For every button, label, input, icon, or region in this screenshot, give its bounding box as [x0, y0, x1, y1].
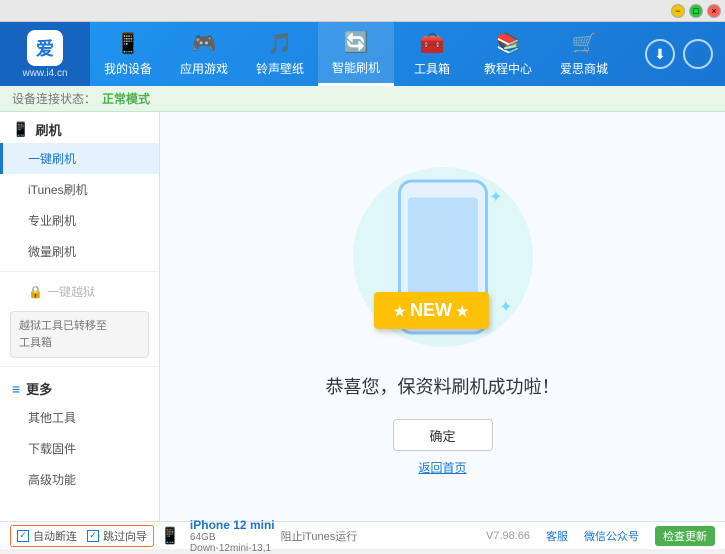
minimize-button[interactable]: − [671, 4, 685, 18]
nav-item-ringtones[interactable]: 🎵 铃声壁纸 [242, 22, 318, 86]
support-link[interactable]: 客服 [546, 528, 568, 544]
sparkle-icon-2: ✦ [489, 187, 502, 207]
logo-text: www.i4.cn [22, 68, 67, 79]
nav-item-tutorial[interactable]: 📚 教程中心 [470, 22, 546, 86]
status-bar: ✓ 自动断连 ✓ 跳过向导 📱 iPhone 12 mini 64GB Down… [0, 521, 725, 549]
sidebar-section-flash: 📱 刷机 [0, 112, 159, 143]
toolbox-icon: 🧰 [420, 31, 445, 56]
itunes-label: 阻止iTunes运行 [281, 528, 358, 544]
flash-section-label: 刷机 [35, 120, 61, 139]
tutorial-icon: 📚 [496, 31, 521, 56]
nav-item-my-device[interactable]: 📱 我的设备 [90, 22, 166, 86]
device-model: Down-12mini-13,1 [190, 543, 275, 554]
nav-item-apps-games[interactable]: 🎮 应用游戏 [166, 22, 242, 86]
pro-flash-label: 专业刷机 [28, 214, 76, 228]
success-text: 恭喜您，保资料刷机成功啦！ [326, 373, 560, 399]
device-storage: 64GB [190, 532, 275, 543]
one-click-flash-label: 一键刷机 [28, 152, 76, 166]
sidebar-item-download-fw[interactable]: 下载固件 [0, 433, 159, 464]
itunes-status: 阻止iTunes运行 [281, 528, 358, 544]
logo[interactable]: 爱 www.i4.cn [0, 22, 90, 86]
nav-item-smart-flash[interactable]: 🔄 智能刷机 [318, 22, 394, 86]
apps-games-icon: 🎮 [192, 31, 217, 56]
sidebar-item-other-tools[interactable]: 其他工具 [0, 402, 159, 433]
main-area: 📱 刷机 一键刷机 iTunes刷机 专业刷机 微量刷机 🔒 一键越狱 越狱工具… [0, 112, 725, 521]
status-right: V7.98.66 客服 微信公众号 检查更新 [486, 526, 715, 546]
nav-label-tutorial: 教程中心 [484, 60, 532, 77]
sidebar-item-jailbreak-disabled: 🔒 一键越狱 [0, 276, 159, 307]
sidebar-item-pro-flash[interactable]: 专业刷机 [0, 205, 159, 236]
phone-screen [408, 197, 478, 297]
new-badge: NEW [373, 292, 488, 329]
connection-bar: 设备连接状态： 正常模式 [0, 86, 725, 112]
update-button[interactable]: 检查更新 [655, 526, 715, 546]
nav-items: 📱 我的设备 🎮 应用游戏 🎵 铃声壁纸 🔄 智能刷机 🧰 工具箱 📚 教程中心… [90, 22, 645, 86]
ringtones-icon: 🎵 [268, 31, 293, 56]
smart-flash-icon: 🔄 [344, 30, 369, 55]
conn-label: 设备连接状态： [12, 90, 96, 107]
flash-section-icon: 📱 [12, 121, 29, 138]
more-section-label: 更多 [26, 379, 52, 398]
jailbreak-disabled-label: 一键越狱 [47, 283, 95, 300]
device-name: iPhone 12 mini [190, 518, 275, 532]
nav-actions: ⬇ 👤 [645, 39, 725, 69]
nav-label-smart-flash: 智能刷机 [332, 59, 380, 76]
sidebar-item-micro-flash[interactable]: 微量刷机 [0, 236, 159, 267]
sparkle-icon-3: ✦ [499, 297, 512, 317]
header: 爱 www.i4.cn 📱 我的设备 🎮 应用游戏 🎵 铃声壁纸 🔄 智能刷机 … [0, 22, 725, 86]
nav-label-toolbox: 工具箱 [414, 60, 450, 77]
nav-label-shop: 爱思商城 [560, 60, 608, 77]
close-button[interactable]: × [707, 4, 721, 18]
sidebar-section-more: ≡ 更多 [0, 371, 159, 402]
title-bar: − □ × [0, 0, 725, 22]
skip-wizard-checkbox[interactable]: ✓ [87, 530, 99, 542]
sidebar-item-one-click-flash[interactable]: 一键刷机 [0, 143, 159, 174]
my-device-icon: 📱 [116, 31, 141, 56]
sidebar-item-itunes-flash[interactable]: iTunes刷机 [0, 174, 159, 205]
download-fw-label: 下载固件 [28, 442, 76, 456]
itunes-flash-label: iTunes刷机 [28, 183, 88, 197]
nav-label-apps-games: 应用游戏 [180, 60, 228, 77]
sidebar-divider-1 [0, 271, 159, 272]
logo-icon: 爱 [27, 30, 63, 66]
success-illustration: NEW ✦ ✦ ✦ [343, 157, 543, 357]
nav-item-shop[interactable]: 🛒 爱思商城 [546, 22, 622, 86]
nav-label-my-device: 我的设备 [104, 60, 152, 77]
sidebar-jailbreak-note: 越狱工具已转移至工具箱 [10, 311, 149, 358]
more-section-icon: ≡ [12, 381, 20, 397]
sidebar-divider-2 [0, 366, 159, 367]
auto-disconnect-checkbox[interactable]: ✓ [17, 530, 29, 542]
other-tools-label: 其他工具 [28, 411, 76, 425]
maximize-button[interactable]: □ [689, 4, 703, 18]
nav-label-ringtones: 铃声壁纸 [256, 60, 304, 77]
micro-flash-label: 微量刷机 [28, 245, 76, 259]
shop-icon: 🛒 [572, 31, 597, 56]
skip-wizard-label: 跳过向导 [103, 528, 147, 544]
version-label: V7.98.66 [486, 530, 530, 542]
download-button[interactable]: ⬇ [645, 39, 675, 69]
home-link[interactable]: 返回首页 [418, 459, 466, 476]
conn-status: 正常模式 [102, 90, 150, 107]
auto-disconnect-label: 自动断连 [33, 528, 77, 544]
logo-icon-text: 爱 [36, 35, 54, 61]
lock-icon: 🔒 [28, 285, 43, 299]
device-icon: 📱 [160, 526, 180, 546]
user-button[interactable]: 👤 [683, 39, 713, 69]
advanced-label: 高级功能 [28, 473, 76, 487]
wechat-link[interactable]: 微信公众号 [584, 528, 639, 544]
sidebar-item-advanced[interactable]: 高级功能 [0, 464, 159, 495]
sidebar: 📱 刷机 一键刷机 iTunes刷机 专业刷机 微量刷机 🔒 一键越狱 越狱工具… [0, 112, 160, 521]
nav-item-toolbox[interactable]: 🧰 工具箱 [394, 22, 470, 86]
content-area: NEW ✦ ✦ ✦ 恭喜您，保资料刷机成功啦！ 确定 返回首页 [160, 112, 725, 521]
confirm-button[interactable]: 确定 [393, 419, 493, 451]
checkbox-group: ✓ 自动断连 ✓ 跳过向导 [10, 525, 154, 547]
